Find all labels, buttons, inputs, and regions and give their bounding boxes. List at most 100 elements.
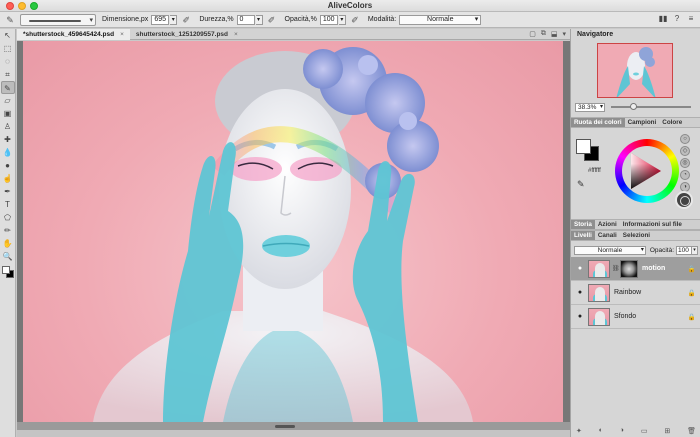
blur-tool-icon[interactable]: 💧 xyxy=(1,146,15,159)
zoom-row: 38.3% xyxy=(575,102,697,112)
lock-icon[interactable]: 🔒 xyxy=(688,265,696,273)
hex-value[interactable]: #ffffff xyxy=(588,168,601,174)
visibility-icon[interactable]: ● xyxy=(574,265,586,272)
options-bar: ✎ Dimensione,px 695 ▾ ✐ Durezza,% 0 ▾ ✐ … xyxy=(0,12,700,28)
link-icon[interactable]: ⛓ xyxy=(612,265,620,272)
horizontal-scrollbar[interactable] xyxy=(17,422,570,430)
opacity-label: Opacità,% xyxy=(284,16,317,23)
tab-close-icon[interactable]: × xyxy=(234,31,238,38)
layer-name[interactable]: Rainbow xyxy=(614,289,641,296)
workspace-icon[interactable]: ▮▮ xyxy=(658,14,668,24)
hsb-mode-icon[interactable]: ◔ xyxy=(680,170,690,180)
eyedropper-icon[interactable]: ✎ xyxy=(577,179,585,190)
zoom-slider[interactable] xyxy=(611,103,691,110)
square-mode-icon[interactable]: ◇ xyxy=(680,146,690,156)
lasso-tool-icon[interactable]: ◌ xyxy=(1,55,15,68)
mode-label: Modalità: xyxy=(367,16,397,23)
visibility-icon[interactable]: ● xyxy=(574,313,586,320)
size-dropdown[interactable]: ▾ xyxy=(170,14,178,25)
opacity-input[interactable]: 100 xyxy=(319,14,338,25)
portrait-image xyxy=(93,47,473,422)
zoom-level-input[interactable]: 38.3% xyxy=(575,102,605,112)
foreground-color[interactable] xyxy=(576,139,591,154)
new-document-icon[interactable]: ▢ xyxy=(529,30,536,38)
dodge-tool-icon[interactable]: ● xyxy=(1,159,15,172)
zoom-slider-handle[interactable] xyxy=(630,103,638,110)
color-swatches[interactable] xyxy=(0,266,15,282)
eraser-tool-icon[interactable]: ▱ xyxy=(1,94,15,107)
save-icon[interactable]: ⬓ xyxy=(551,30,558,38)
effects-icon[interactable]: ✦ xyxy=(576,427,582,437)
brush-tool-icon[interactable]: ✎ xyxy=(2,13,18,27)
rgb-mode-icon[interactable]: ◎ xyxy=(680,158,690,168)
stamp-tool-icon[interactable]: ♙ xyxy=(1,120,15,133)
tab-document-2[interactable]: shutterstock_1251209557.psd × xyxy=(130,29,244,40)
image-canvas[interactable] xyxy=(23,41,563,422)
tab-swatches[interactable]: Campioni xyxy=(625,118,660,127)
new-layer-icon[interactable]: ⊞ xyxy=(664,427,670,437)
tab-history[interactable]: Storia xyxy=(571,220,595,229)
move-tool-icon[interactable]: ↖ xyxy=(1,29,15,42)
layers-controls: Normale Opacità: 100 ▾ xyxy=(571,243,700,257)
foreground-color-swatch[interactable] xyxy=(2,266,10,274)
layer-row-motion[interactable]: ● ⛓ motion 🔒 xyxy=(571,257,700,281)
color-picker-button[interactable] xyxy=(675,191,693,209)
lock-icon[interactable]: 🔒 xyxy=(688,313,696,321)
pen-pressure-icon[interactable]: ✐ xyxy=(181,15,191,25)
tab-color[interactable]: Colore xyxy=(659,118,685,127)
brush-tool-icon[interactable]: ✎ xyxy=(0,81,15,94)
layer-row-rainbow[interactable]: ● Rainbow 🔒 xyxy=(571,281,700,305)
tools-panel: ↖ ⬚ ◌ ⌗ ✎ ▱ ▣ ♙ ✚ 💧 ● ☝ ✒ T ⬠ ✏ ✋ 🔍 xyxy=(0,29,16,437)
tab-selections[interactable]: Selezioni xyxy=(620,231,653,240)
tab-file-info[interactable]: Informazioni sul file xyxy=(620,220,685,229)
crop-tool-icon[interactable]: ⌗ xyxy=(1,68,15,81)
layer-row-sfondo[interactable]: ● Sfondo 🔒 xyxy=(571,305,700,329)
zoom-tool-icon[interactable]: 🔍 xyxy=(1,250,15,263)
layer-opacity-dropdown[interactable]: ▾ xyxy=(692,245,698,255)
smudge-tool-icon[interactable]: ☝ xyxy=(1,172,15,185)
opacity-dropdown[interactable]: ▾ xyxy=(338,14,346,25)
tab-color-wheel[interactable]: Ruota dei colori xyxy=(571,118,625,127)
visibility-icon[interactable]: ● xyxy=(574,289,586,296)
layer-name[interactable]: motion xyxy=(642,265,665,272)
tab-document-1[interactable]: *shutterstock_459645424.psd × xyxy=(17,29,130,40)
size-input[interactable]: 695 xyxy=(151,14,170,25)
help-icon[interactable]: ? xyxy=(672,14,682,24)
eyedropper-tool-icon[interactable]: ✏ xyxy=(1,224,15,237)
shape-tool-icon[interactable]: ⬠ xyxy=(1,211,15,224)
mask-icon[interactable]: ◐ xyxy=(599,427,603,437)
brush-preset-picker[interactable] xyxy=(20,13,96,26)
duplicate-icon[interactable]: ⧉ xyxy=(541,30,546,38)
hardness-dropdown[interactable]: ▾ xyxy=(255,14,263,25)
tab-close-icon[interactable]: × xyxy=(120,31,124,38)
settings-icon[interactable]: ≡ xyxy=(686,14,696,24)
wheel-mode-icon[interactable]: ○ xyxy=(680,134,690,144)
tabs-menu-icon[interactable]: ▾ xyxy=(562,30,566,38)
folder-icon[interactable]: ▭ xyxy=(641,427,648,437)
text-tool-icon[interactable]: T xyxy=(1,198,15,211)
hand-tool-icon[interactable]: ✋ xyxy=(1,237,15,250)
adjustment-icon[interactable]: ◑ xyxy=(620,427,624,437)
tab-layers[interactable]: Livelli xyxy=(571,231,595,240)
layer-name[interactable]: Sfondo xyxy=(614,313,636,320)
layer-blend-mode-select[interactable]: Normale xyxy=(574,245,646,255)
pen-tool-icon[interactable]: ✒ xyxy=(1,185,15,198)
mask-thumbnail[interactable] xyxy=(620,259,638,278)
right-panel: Navigatore 38.3% Ruota dei colori Campio… xyxy=(570,29,700,437)
navigator-preview-image xyxy=(598,44,672,97)
hardness-input[interactable]: 0 xyxy=(236,14,255,25)
layer-opacity-input[interactable]: 100 xyxy=(676,245,693,255)
history-panel-tabs: Storia Azioni Informazioni sul file xyxy=(571,219,700,230)
delete-layer-icon[interactable]: 🗑 xyxy=(687,427,696,437)
lock-icon[interactable]: 🔒 xyxy=(688,289,696,297)
canvas-area[interactable] xyxy=(17,41,570,430)
healing-tool-icon[interactable]: ✚ xyxy=(1,133,15,146)
blend-mode-select[interactable]: Normale xyxy=(399,14,482,25)
fill-tool-icon[interactable]: ▣ xyxy=(1,107,15,120)
hardness-pen-icon[interactable]: ✐ xyxy=(267,15,277,25)
marquee-tool-icon[interactable]: ⬚ xyxy=(1,42,15,55)
tab-channels[interactable]: Canali xyxy=(595,231,620,240)
navigator-thumbnail[interactable] xyxy=(597,43,673,98)
opacity-pen-icon[interactable]: ✐ xyxy=(350,15,360,25)
tab-actions[interactable]: Azioni xyxy=(595,220,620,229)
